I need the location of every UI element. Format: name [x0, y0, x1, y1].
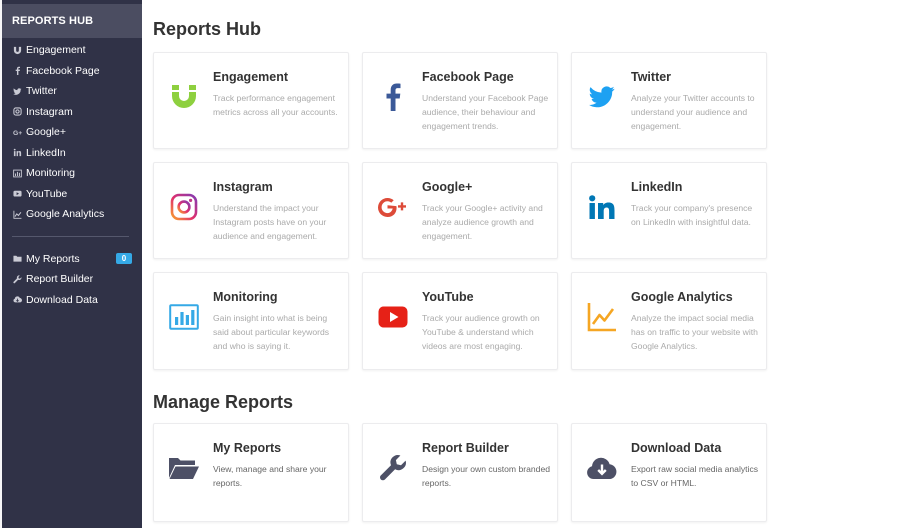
- report-card-twitter[interactable]: Twitter Analyze your Twitter accounts to…: [571, 52, 767, 149]
- card-description: Design your own custom branded reports.: [422, 464, 551, 488]
- sidebar-item-report-builder[interactable]: Report Builder: [2, 269, 142, 290]
- svg-text:G+: G+: [13, 130, 22, 137]
- sidebar-item-label: LinkedIn: [26, 146, 66, 159]
- sidebar-item-label: My Reports: [26, 252, 80, 265]
- sidebar-item-label: Facebook Page: [26, 64, 100, 77]
- sidebar-item-label: Google Analytics: [26, 208, 105, 221]
- sidebar-divider: [12, 235, 129, 237]
- folder-icon: [12, 254, 22, 264]
- card-title: Monitoring: [213, 290, 278, 304]
- magnet-icon: [12, 45, 22, 55]
- main-content: Reports Hub Engagement Track performance…: [142, 0, 917, 528]
- linkedin-icon: [12, 148, 22, 158]
- folder-icon: [168, 452, 200, 484]
- sidebar-item-monitoring[interactable]: Monitoring: [2, 163, 142, 184]
- card-title: Twitter: [631, 70, 672, 84]
- report-card-youtube[interactable]: YouTube Track your audience growth on Yo…: [362, 272, 558, 370]
- sidebar-item-google-analytics[interactable]: Google Analytics: [2, 204, 142, 225]
- card-title: Google Analytics: [631, 290, 733, 304]
- sidebar-item-youtube[interactable]: YouTube: [2, 184, 142, 205]
- sidebar-item-linkedin[interactable]: LinkedIn: [2, 143, 142, 164]
- card-title: My Reports: [213, 441, 282, 455]
- report-card-google-analytics[interactable]: Google Analytics Analyze the impact soci…: [571, 272, 767, 370]
- report-card-google-plus[interactable]: Google+ Track your Google+ activity and …: [362, 162, 558, 259]
- card-title: Download Data: [631, 441, 722, 455]
- manage-card-my-reports[interactable]: My Reports View, manage and share your r…: [153, 423, 349, 522]
- youtube-icon: [377, 301, 409, 333]
- sidebar-item-label: Twitter: [26, 85, 57, 98]
- analytics-icon: [12, 209, 22, 219]
- instagram-icon: [12, 107, 22, 117]
- sidebar-item-download-data[interactable]: Download Data: [2, 290, 142, 311]
- twitter-icon: [586, 81, 618, 113]
- sidebar-item-label: Engagement: [26, 44, 86, 57]
- report-card-monitoring[interactable]: Monitoring Gain insight into what is bei…: [153, 272, 349, 370]
- card-description: Analyze the impact social media has on t…: [631, 313, 758, 351]
- sidebar: REPORTS HUB Engagement Facebook Page Twi…: [2, 0, 142, 528]
- manage-reports-title: Manage Reports: [153, 392, 294, 412]
- sidebar-header[interactable]: REPORTS HUB: [2, 4, 142, 38]
- manage-card-report-builder[interactable]: Report Builder Design your own custom br…: [362, 423, 558, 522]
- card-title: Google+: [422, 180, 473, 194]
- report-card-linkedin[interactable]: LinkedIn Track your company's presence o…: [571, 162, 767, 259]
- instagram-icon: [168, 191, 200, 223]
- card-title: Engagement: [213, 70, 289, 84]
- linkedin-icon: [586, 191, 618, 223]
- my-reports-count-badge: 0: [116, 253, 132, 265]
- card-description: Track performance engagement metrics acr…: [213, 93, 338, 117]
- card-description: Analyze your Twitter accounts to underst…: [631, 93, 755, 131]
- page-title: Reports Hub: [153, 19, 261, 39]
- cloud-download-icon: [12, 295, 22, 305]
- card-description: Track your Google+ activity and analyze …: [422, 203, 543, 241]
- card-description: Understand your Facebook Page audience, …: [422, 93, 549, 131]
- sidebar-item-facebook-page[interactable]: Facebook Page: [2, 61, 142, 82]
- card-title: Facebook Page: [422, 70, 514, 84]
- analytics-icon: [586, 301, 618, 333]
- sidebar-item-label: Instagram: [26, 105, 73, 118]
- sidebar-item-engagement[interactable]: Engagement: [2, 40, 142, 61]
- card-description: View, manage and share your reports.: [213, 464, 327, 488]
- bar-chart-icon: [12, 168, 22, 178]
- google-plus-icon: G+: [12, 127, 22, 137]
- manage-card-download-data[interactable]: Download Data Export raw social media an…: [571, 423, 767, 522]
- card-description: Understand the impact your Instagram pos…: [213, 203, 327, 241]
- card-description: Gain insight into what is being said abo…: [213, 313, 330, 351]
- sidebar-item-twitter[interactable]: Twitter: [2, 81, 142, 102]
- wrench-icon: [377, 452, 409, 484]
- facebook-icon: [12, 66, 22, 76]
- card-description: Track your audience growth on YouTube & …: [422, 313, 540, 351]
- report-card-engagement[interactable]: Engagement Track performance engagement …: [153, 52, 349, 149]
- card-title: Report Builder: [422, 441, 509, 455]
- card-description: Export raw social media analytics to CSV…: [631, 464, 759, 488]
- sidebar-item-label: YouTube: [26, 187, 68, 200]
- sidebar-item-instagram[interactable]: Instagram: [2, 102, 142, 123]
- youtube-icon: [12, 189, 22, 199]
- sidebar-item-google-plus[interactable]: G+ Google+: [2, 122, 142, 143]
- sidebar-item-label: Monitoring: [26, 167, 76, 180]
- google-plus-icon: [377, 191, 409, 223]
- magnet-icon: [168, 81, 200, 113]
- card-description: Track your company's presence on LinkedI…: [631, 203, 753, 227]
- sidebar-item-label: Google+: [26, 126, 66, 139]
- report-card-facebook-page[interactable]: Facebook Page Understand your Facebook P…: [362, 52, 558, 149]
- cloud-download-icon: [586, 452, 618, 484]
- facebook-icon: [377, 81, 409, 113]
- wrench-icon: [12, 274, 22, 284]
- report-card-instagram[interactable]: Instagram Understand the impact your Ins…: [153, 162, 349, 259]
- bar-chart-icon: [168, 301, 200, 333]
- card-title: YouTube: [422, 290, 474, 304]
- card-title: Instagram: [213, 180, 273, 194]
- card-title: LinkedIn: [631, 180, 683, 194]
- sidebar-item-my-reports[interactable]: My Reports 0: [2, 249, 142, 270]
- sidebar-item-label: Download Data: [26, 293, 98, 306]
- twitter-icon: [12, 86, 22, 96]
- sidebar-item-label: Report Builder: [26, 273, 94, 286]
